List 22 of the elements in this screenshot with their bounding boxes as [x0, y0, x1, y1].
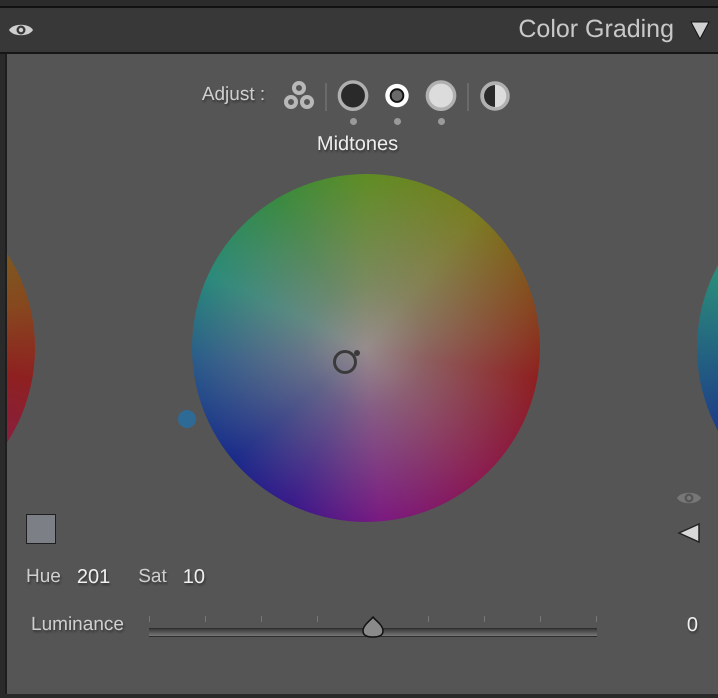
shadows-mode-button[interactable]	[335, 79, 372, 125]
color-swatch[interactable]	[26, 514, 56, 544]
dark-circle-icon	[335, 79, 372, 112]
hue-handle[interactable]	[178, 410, 196, 428]
luminance-value[interactable]: 0	[686, 610, 698, 640]
hue-label: Hue	[26, 564, 61, 589]
dot-icon	[438, 118, 445, 125]
luminance-label: Luminance	[31, 612, 125, 637]
hue-value[interactable]: 201	[76, 562, 110, 592]
adjust-label: Adjust :	[202, 83, 266, 107]
highlights-mode-button[interactable]	[423, 79, 460, 125]
panel-title: Color Grading	[518, 14, 674, 46]
mode-title: Midtones	[316, 133, 398, 155]
expand-triangle-icon[interactable]	[677, 522, 701, 544]
dot-icon	[350, 118, 357, 125]
light-circle-icon	[423, 79, 460, 112]
collapse-triangle-icon[interactable]	[690, 20, 710, 40]
luminance-slider-thumb[interactable]	[360, 615, 385, 639]
eye-icon[interactable]	[8, 22, 34, 38]
dot-icon	[394, 118, 401, 125]
sat-label: Sat	[138, 564, 167, 589]
sat-value[interactable]: 10	[182, 562, 206, 592]
